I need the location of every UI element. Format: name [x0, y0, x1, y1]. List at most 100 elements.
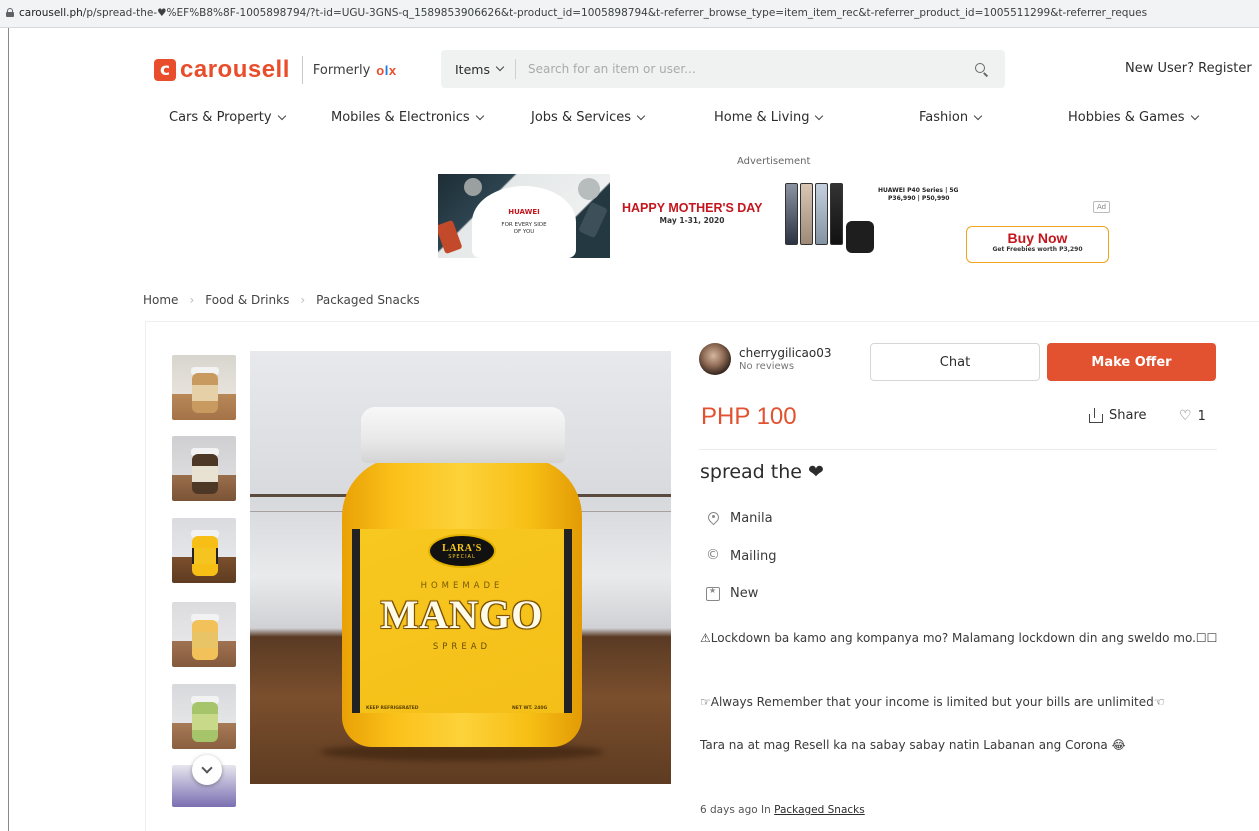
label-mango: MANGO — [380, 592, 544, 637]
search-category-label: Items — [455, 61, 490, 77]
formerly-label: Formerly — [312, 62, 371, 78]
chat-button[interactable]: Chat — [870, 343, 1040, 381]
chevron-down-icon — [495, 62, 505, 72]
category-jobs-services[interactable]: Jobs & Services — [531, 110, 646, 125]
posted-time: 6 days ago In — [700, 804, 771, 816]
ad-dates: May 1-31, 2020 — [659, 216, 725, 225]
breadcrumb-packaged-snacks[interactable]: Packaged Snacks — [316, 293, 420, 307]
share-icon — [1089, 408, 1103, 423]
divider — [699, 449, 1217, 450]
delivery-text: Mailing — [730, 549, 777, 564]
like-count: 1 — [1197, 408, 1206, 424]
search-icon[interactable] — [967, 55, 995, 83]
ad-badge[interactable]: Ad — [1093, 201, 1111, 213]
photo-thumbnail[interactable] — [172, 684, 236, 749]
condition-text: New — [730, 586, 759, 601]
chevron-down-icon — [201, 762, 213, 774]
carousell-wordmark: carousell — [180, 56, 290, 83]
ad-buy-now-label: Buy Now — [1007, 230, 1068, 246]
logo-divider — [301, 56, 303, 84]
photo-thumbnail-selected[interactable] — [172, 518, 236, 583]
avatar[interactable] — [699, 343, 731, 375]
chevron-down-icon — [475, 111, 484, 120]
category-hobbies-games[interactable]: Hobbies & Games — [1068, 110, 1199, 125]
breadcrumb: Home › Food & Drinks › Packaged Snacks — [143, 293, 420, 307]
ad-brand: HUAWEI — [508, 208, 540, 216]
carousell-logo[interactable]: c carousell Formerly olx — [154, 56, 397, 84]
share-label: Share — [1109, 408, 1147, 423]
search-bar: Items — [441, 50, 1005, 88]
ad-freebies-label: Get Freebies worth P3,290 — [992, 246, 1083, 253]
photo-thumbnail[interactable] — [172, 602, 236, 667]
heart-icon: ♡ — [1179, 408, 1192, 424]
carousell-logo-icon: c — [154, 59, 176, 81]
label-homemade: HOMEMADE — [420, 581, 504, 591]
ad-banner[interactable]: HUAWEI FOR EVERY SIDE OF YOU HAPPY MOTHE… — [438, 171, 1114, 263]
search-category-dropdown[interactable]: Items — [441, 59, 516, 79]
page-viewport: c carousell Formerly olx Items New User?… — [8, 28, 1259, 831]
location-text: Manila — [730, 511, 773, 526]
photo-thumbnail[interactable] — [172, 436, 236, 501]
chevron-down-icon — [277, 111, 286, 120]
ad-visual: HUAWEI FOR EVERY SIDE OF YOU — [438, 174, 610, 258]
label-spread: SPREAD — [432, 642, 492, 652]
like-button[interactable]: ♡ 1 — [1179, 408, 1206, 424]
ad-watch-image — [846, 221, 874, 253]
chevron-down-icon — [1190, 111, 1199, 120]
listing-delivery: Mailing — [706, 547, 777, 565]
seller-name[interactable]: cherrygilicao03 — [739, 346, 832, 360]
ad-prices: P36,990 | P50,990 — [888, 195, 950, 202]
advertisement-label: Advertisement — [737, 156, 811, 167]
location-pin-icon — [706, 512, 720, 526]
ad-headline-block: HAPPY MOTHER'S DAY May 1-31, 2020 — [622, 201, 763, 225]
jar-lid — [361, 407, 565, 463]
olx-logo: olx — [376, 62, 397, 78]
ad-headline: HAPPY MOTHER'S DAY — [622, 201, 763, 215]
main-product-photo[interactable]: LARA'S SPECIAL HOMEMADE MANGO SPREAD KEE… — [250, 351, 671, 784]
seller-meta: cherrygilicao03 No reviews — [739, 346, 832, 372]
posted-category-link[interactable]: Packaged Snacks — [774, 804, 865, 816]
breadcrumb-separator-icon: › — [300, 293, 306, 307]
lock-icon — [6, 8, 14, 17]
browser-url-bar[interactable]: carousell.ph/p/spread-the-♥%EF%B8%8F-100… — [0, 0, 1259, 28]
share-button[interactable]: Share — [1089, 408, 1147, 423]
breadcrumb-food-drinks[interactable]: Food & Drinks — [205, 293, 289, 307]
chevron-down-icon — [636, 111, 646, 120]
breadcrumb-separator-icon: › — [189, 293, 195, 307]
listing-title: spread the ❤ — [700, 461, 824, 483]
laras-logo: LARA'S SPECIAL — [428, 534, 496, 568]
seller-profile[interactable]: cherrygilicao03 No reviews — [699, 343, 832, 375]
chevron-down-icon — [973, 111, 983, 120]
listing-location: Manila — [706, 511, 773, 526]
seller-rating: No reviews — [739, 361, 795, 372]
category-home-living[interactable]: Home & Living — [714, 110, 824, 125]
category-nav: Cars & Property Mobiles & Electronics Jo… — [9, 110, 1259, 134]
posted-info: 6 days ago In Packaged Snacks — [700, 804, 865, 816]
chevron-down-icon — [815, 111, 824, 120]
category-fashion[interactable]: Fashion — [919, 110, 983, 125]
url-path: /p/spread-the-♥%EF%B8%8F-1005898794/?t-i… — [82, 7, 1148, 19]
description-paragraph: ☞Always Remember that your income is lim… — [700, 695, 1165, 709]
description-paragraph: ⚠Lockdown ba kamo ang kompanya mo? Malam… — [700, 631, 1218, 645]
search-input[interactable] — [515, 50, 967, 88]
make-offer-button[interactable]: Make Offer — [1047, 343, 1216, 381]
category-mobiles-electronics[interactable]: Mobiles & Electronics — [331, 110, 484, 125]
description-paragraph: Tara na at mag Resell ka na sabay sabay … — [700, 738, 1126, 752]
url-domain: carousell.ph — [19, 7, 83, 19]
label-weight: NET WT. 240G — [512, 706, 548, 711]
site-header: c carousell Formerly olx Items New User?… — [9, 28, 1259, 118]
ad-phones-image — [785, 183, 843, 255]
listing-price: PHP 100 — [701, 403, 797, 430]
ad-tagline: FOR EVERY SIDE OF YOU — [501, 222, 547, 235]
mailing-icon — [706, 547, 720, 564]
ad-buy-now-button[interactable]: Buy Now Get Freebies worth P3,290 — [966, 226, 1109, 263]
category-cars-property[interactable]: Cars & Property — [169, 110, 286, 125]
condition-icon — [706, 586, 720, 601]
thumbnail-scroll-down-button[interactable] — [192, 755, 222, 785]
photo-thumbnail[interactable] — [172, 355, 236, 420]
listing-condition: New — [706, 586, 758, 601]
breadcrumb-home[interactable]: Home — [143, 293, 178, 307]
register-link[interactable]: New User? Register — [1125, 61, 1252, 76]
ad-heart-panel: HUAWEI FOR EVERY SIDE OF YOU — [472, 186, 576, 258]
label-storage: KEEP REFRIGERATED — [366, 706, 419, 711]
